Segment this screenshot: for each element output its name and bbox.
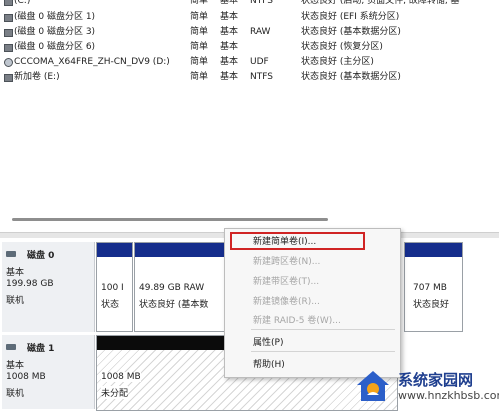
volume-layout: 简单	[190, 72, 209, 82]
volume-layout: 简单	[190, 57, 209, 67]
volume-name: CCCOMA_X64FRE_ZH-CN_DV9 (D:)	[14, 57, 170, 67]
disk-state: 联机	[6, 389, 25, 399]
volume-name: (磁盘 0 磁盘分区 6)	[14, 42, 96, 52]
menu-item-properties[interactable]: 属性(P)	[253, 335, 283, 348]
volume-type: 基本	[220, 0, 239, 6]
disk-1-label[interactable]: 磁盘 1 基本 1008 MB 联机	[2, 335, 95, 409]
horizontal-scrollbar[interactable]	[12, 218, 328, 221]
watermark-text: 系统家园网	[398, 371, 474, 389]
drive-icon	[4, 44, 13, 52]
drive-icon	[4, 14, 13, 22]
context-menu: 新建简单卷(I)... 新建跨区卷(N)... 新建带区卷(T)... 新建镜像…	[224, 228, 401, 378]
house-logo-icon	[357, 371, 389, 401]
disk-icon	[6, 251, 16, 257]
disk-type: 基本	[6, 361, 25, 371]
drive-icon	[4, 29, 13, 37]
volume-type: 基本	[220, 42, 239, 52]
volume-status: 状态良好 (基本数据分区)	[301, 27, 401, 37]
partition-size: 707 MB	[413, 283, 447, 293]
volume-name: (磁盘 0 磁盘分区 3)	[14, 27, 96, 37]
partition-status: 状态	[101, 300, 120, 310]
volume-name: (磁盘 0 磁盘分区 1)	[14, 12, 96, 22]
partition-status: 未分配	[101, 386, 129, 399]
menu-item-new-mirrored-volume[interactable]: 新建镜像卷(R)...	[253, 294, 320, 307]
disk-state: 联机	[6, 296, 25, 306]
volume-layout: 简单	[190, 0, 209, 6]
volume-row[interactable]: (C:) 简单 基本 NTFS 状态良好 (启动, 页面文件, 故障转储, 基	[0, 0, 499, 8]
volume-status: 状态良好 (主分区)	[301, 57, 374, 67]
volume-list: (C:) 简单 基本 NTFS 状态良好 (启动, 页面文件, 故障转储, 基 …	[0, 0, 499, 226]
volume-status: 状态良好 (基本数据分区)	[301, 72, 401, 82]
disk-size: 199.98 GB	[6, 279, 54, 289]
volume-layout: 简单	[190, 27, 209, 37]
disk-type: 基本	[6, 268, 25, 278]
disk-name: 磁盘 0	[27, 251, 55, 261]
volume-status: 状态良好 (恢复分区)	[301, 42, 383, 52]
menu-separator	[251, 329, 395, 330]
partition-status: 状态良好 (基本数	[139, 300, 209, 310]
partition-bar	[135, 243, 225, 257]
disk-icon	[6, 344, 16, 350]
partition-size: 100 I	[101, 283, 124, 293]
watermark: 系统家园网 www.hnzkhbsb.com	[354, 366, 499, 406]
volume-name: 新加卷 (E:)	[14, 72, 60, 82]
drive-icon	[4, 0, 13, 6]
menu-item-new-striped-volume[interactable]: 新建带区卷(T)...	[253, 274, 319, 287]
volume-filesystem: RAW	[250, 27, 271, 37]
volume-filesystem: UDF	[250, 57, 269, 67]
disc-drive-icon	[4, 58, 13, 67]
partition-status: 状态良好	[413, 300, 450, 310]
volume-row[interactable]: 新加卷 (E:) 简单 基本 NTFS 状态良好 (基本数据分区)	[0, 71, 499, 84]
menu-item-new-simple-volume[interactable]: 新建简单卷(I)...	[253, 234, 316, 247]
volume-layout: 简单	[190, 12, 209, 22]
partition[interactable]: 100 I 状态	[96, 242, 133, 332]
menu-item-new-raid5-volume[interactable]: 新建 RAID-5 卷(W)...	[253, 313, 341, 326]
volume-type: 基本	[220, 72, 239, 82]
disk-size: 1008 MB	[6, 372, 46, 382]
disk-name: 磁盘 1	[27, 344, 55, 354]
volume-filesystem: NTFS	[250, 0, 273, 6]
partition-size: 49.89 GB RAW	[139, 283, 205, 293]
partition[interactable]: 707 MB 状态良好	[404, 242, 463, 332]
drive-icon	[4, 74, 13, 82]
volume-type: 基本	[220, 27, 239, 37]
volume-type: 基本	[220, 57, 239, 67]
volume-status: 状态良好 (EFI 系统分区)	[301, 12, 400, 22]
menu-item-new-spanned-volume[interactable]: 新建跨区卷(N)...	[253, 254, 320, 267]
volume-status: 状态良好 (启动, 页面文件, 故障转储, 基	[301, 0, 460, 6]
volume-row[interactable]: (磁盘 0 磁盘分区 3) 简单 基本 RAW 状态良好 (基本数据分区)	[0, 26, 499, 39]
partition-bar	[97, 243, 132, 257]
volume-layout: 简单	[190, 42, 209, 52]
watermark-url: www.hnzkhbsb.com	[398, 389, 499, 402]
menu-item-help[interactable]: 帮助(H)	[253, 357, 285, 370]
menu-separator	[251, 351, 395, 352]
partition-size: 1008 MB	[101, 372, 141, 382]
volume-row[interactable]: CCCOMA_X64FRE_ZH-CN_DV9 (D:) 简单 基本 UDF 状…	[0, 56, 499, 69]
volume-type: 基本	[220, 12, 239, 22]
volume-row[interactable]: (磁盘 0 磁盘分区 1) 简单 基本 状态良好 (EFI 系统分区)	[0, 11, 499, 24]
volume-row[interactable]: (磁盘 0 磁盘分区 6) 简单 基本 状态良好 (恢复分区)	[0, 41, 499, 54]
volume-filesystem: NTFS	[250, 72, 273, 82]
disk-0-label[interactable]: 磁盘 0 基本 199.98 GB 联机	[2, 242, 95, 332]
partition-bar	[405, 243, 462, 257]
partition[interactable]: 49.89 GB RAW 状态良好 (基本数	[134, 242, 226, 332]
volume-name: (C:)	[14, 0, 31, 6]
